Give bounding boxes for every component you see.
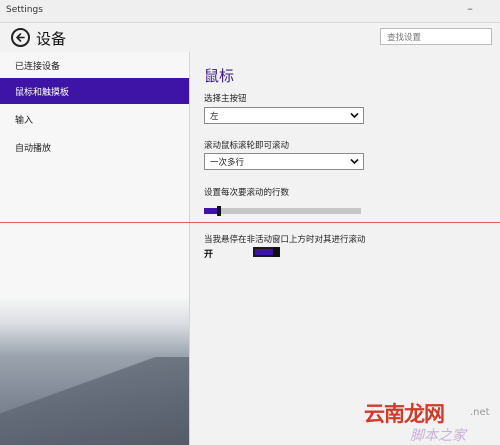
sidebar-item-mouse-touchpad[interactable]: 鼠标和触摸板 (0, 78, 189, 104)
sidebar-item-autoplay[interactable]: 自动播放 (0, 134, 189, 160)
sidebar-item-label: 自动播放 (15, 144, 52, 154)
slider-thumb[interactable] (217, 206, 221, 216)
main-content: 鼠标 选择主按钮 左 滚动鼠标滚轮即可滚动 一次多行 设置每次要滚动的行数 当我… (191, 52, 500, 445)
title-bar: Settings – (0, 0, 500, 23)
primary-button-value: 左 (210, 112, 219, 122)
inactive-scroll-label: 当我悬停在非活动窗口上方时对其进行滚动 (204, 235, 366, 245)
watermark-domain: .net (470, 407, 490, 418)
sidebar-item-label: 已连接设备 (15, 62, 61, 72)
inactive-scroll-toggle[interactable] (253, 247, 280, 257)
search-input[interactable] (380, 28, 492, 45)
watermark-sub-text: 脚本之家 (410, 428, 466, 444)
sidebar-item-label: 鼠标和触摸板 (15, 88, 70, 98)
back-arrow-icon (16, 33, 25, 42)
lines-to-scroll-label: 设置每次要滚动的行数 (204, 188, 290, 198)
chevron-down-icon (350, 112, 359, 119)
section-title: 鼠标 (204, 67, 235, 85)
primary-button-label: 选择主按钮 (204, 94, 247, 104)
red-guide-line (0, 222, 500, 223)
wheel-scroll-dropdown[interactable]: 一次多行 (204, 153, 364, 170)
wheel-scroll-label: 滚动鼠标滚轮即可滚动 (204, 141, 290, 151)
slider-fill (204, 208, 217, 214)
chevron-down-icon (350, 158, 359, 165)
watermark-logo-text: 云南龙网 (364, 401, 445, 426)
primary-button-dropdown[interactable]: 左 (204, 107, 364, 124)
minimize-button[interactable]: – (464, 3, 476, 15)
back-button[interactable] (11, 28, 30, 47)
sidebar-item-typing[interactable]: 输入 (0, 106, 189, 132)
sidebar-item-label: 输入 (15, 116, 34, 126)
sidebar-item-connected-devices[interactable]: 已连接设备 (0, 52, 189, 78)
background-photo (0, 297, 189, 445)
wheel-scroll-value: 一次多行 (210, 158, 245, 168)
sidebar: 已连接设备 鼠标和触摸板 输入 自动播放 (0, 52, 190, 445)
toggle-knob (273, 247, 280, 257)
window-title: Settings (6, 5, 43, 15)
page-title: 设备 (36, 30, 67, 48)
toggle-state-text: 开 (204, 250, 214, 260)
lines-to-scroll-slider[interactable] (204, 206, 361, 216)
